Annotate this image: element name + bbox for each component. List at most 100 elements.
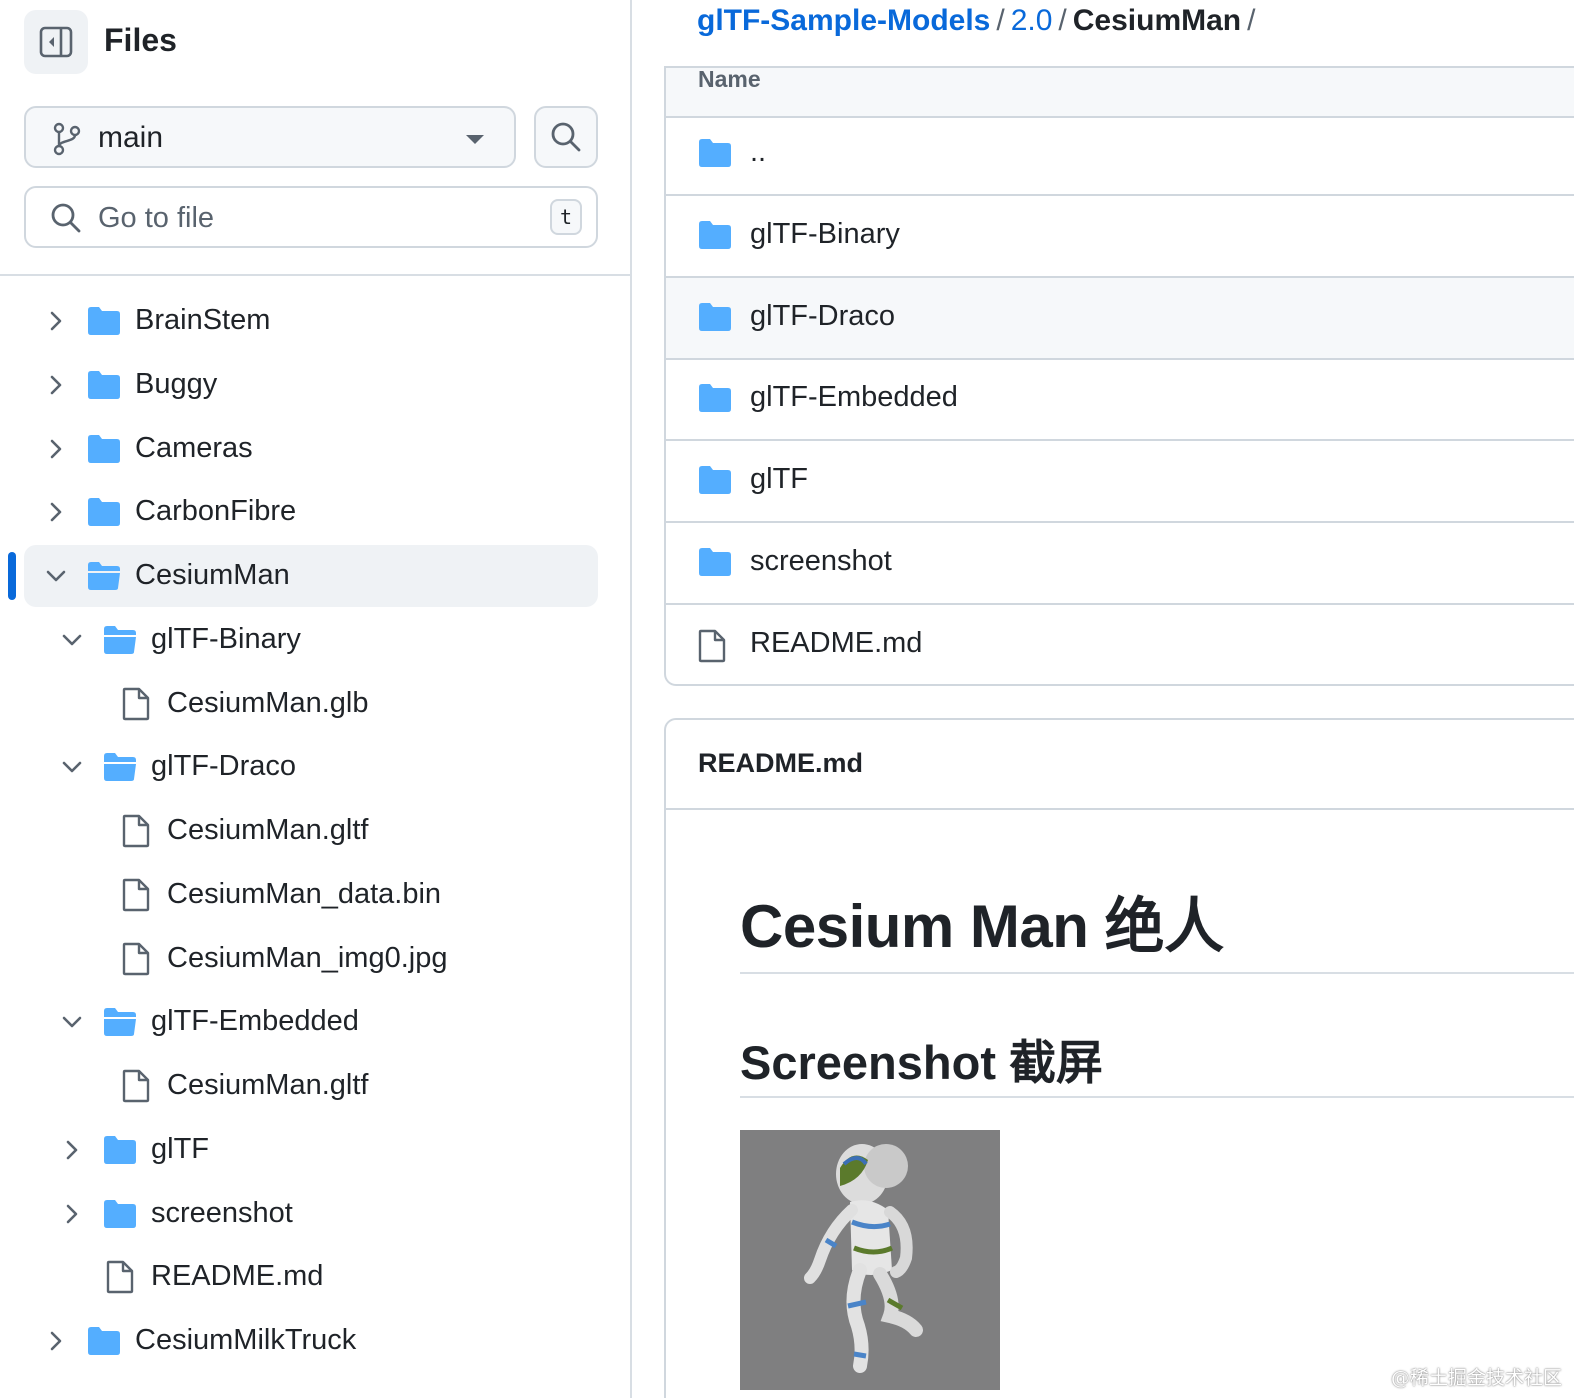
tree-folder-item[interactable]: screenshot [24, 1183, 598, 1245]
main-content: glTF-Sample-Models/2.0/CesiumMan/ Name L… [632, 0, 1574, 1398]
breadcrumb: glTF-Sample-Models/2.0/CesiumMan / [697, 4, 1261, 38]
go-to-file-input[interactable]: Go to file t [24, 186, 598, 248]
breadcrumb-separator: / [996, 4, 1005, 37]
tree-folder-item[interactable]: glTF-Embedded [24, 991, 598, 1053]
chevron-right-icon[interactable] [45, 310, 67, 332]
branch-name: main [98, 121, 164, 154]
readme-header: README.md [666, 720, 1574, 810]
collapse-sidebar-button[interactable] [24, 10, 88, 74]
chevron-right-icon[interactable] [45, 438, 67, 460]
folder-open-icon [103, 752, 137, 787]
tree-item-label: glTF-Embedded [151, 1005, 359, 1038]
cesium-man-figure-icon [804, 1144, 923, 1373]
readme-file-title[interactable]: README.md [698, 748, 863, 779]
sidebar-title: Files [104, 22, 177, 58]
folder-icon [87, 434, 121, 469]
file-icon [122, 814, 150, 853]
tree-folder-item[interactable]: Cameras [24, 418, 598, 480]
table-row[interactable]: glTFU [666, 441, 1574, 524]
readme-heading-2: Screenshot 截屏 [740, 1036, 1104, 1089]
row-name-link[interactable]: glTF-Binary [750, 218, 900, 251]
screenshot-image[interactable] [740, 1130, 1000, 1390]
tree-item-label: glTF-Draco [151, 750, 297, 783]
column-header-name: Name [698, 66, 761, 92]
folder-icon [698, 465, 732, 500]
folder-icon [87, 370, 121, 405]
folder-open-icon [103, 625, 137, 660]
go-to-file-placeholder: Go to file [98, 202, 215, 234]
folder-icon [87, 497, 121, 532]
tree-item-label: CesiumMan_img0.jpg [167, 941, 448, 974]
tree-item-label: screenshot [151, 1196, 293, 1229]
chevron-down-icon[interactable] [45, 565, 67, 587]
row-name-link[interactable]: glTF [750, 463, 808, 496]
tree-item-label: CesiumMan_data.bin [167, 877, 442, 910]
tree-item-label: BrainStem [135, 304, 271, 336]
tree-item-label: README.md [151, 1260, 324, 1293]
folder-open-icon [87, 561, 121, 596]
tree-file-item[interactable]: README.md [24, 1246, 598, 1308]
file-icon [698, 629, 726, 668]
tree-item-label: CesiumMan.gltf [167, 1069, 369, 1101]
row-name-link[interactable]: .. [750, 136, 766, 169]
branch-selector[interactable]: main [24, 106, 516, 168]
folder-icon [698, 220, 732, 255]
git-branch-icon [53, 122, 81, 156]
chevron-down-icon[interactable] [61, 629, 83, 651]
caret-down-icon [466, 135, 484, 144]
folder-icon [698, 383, 732, 418]
tree-item-label: CesiumMan.gltf [167, 814, 369, 846]
table-row[interactable]: glTF-DracoU [666, 277, 1574, 360]
chevron-down-icon[interactable] [61, 756, 83, 778]
keyboard-shortcut-badge: t [550, 199, 582, 235]
parent-directory-row[interactable]: .. [666, 114, 1574, 196]
file-icon [122, 878, 150, 917]
chevron-right-icon[interactable] [45, 374, 67, 396]
tree-folder-item[interactable]: CesiumMan [24, 545, 598, 607]
tree-file-item[interactable]: CesiumMan_img0.jpg [24, 928, 598, 990]
tree-folder-item[interactable]: Buggy [24, 354, 598, 416]
folder-icon [698, 547, 732, 582]
table-row[interactable]: screenshotU [666, 523, 1574, 605]
tree-file-item[interactable]: CesiumMan_data.bin [24, 864, 598, 926]
file-icon [106, 1260, 134, 1299]
tree-folder-item[interactable]: glTF-Draco [24, 736, 598, 798]
search-button[interactable] [534, 106, 598, 168]
chevron-right-icon[interactable] [61, 1139, 83, 1161]
tree-folder-item[interactable]: glTF-Binary [24, 609, 598, 671]
tree-item-label: CarbonFibre [135, 495, 297, 528]
chevron-right-icon[interactable] [45, 501, 67, 523]
folder-icon [698, 302, 732, 337]
tree-item-label: Cameras [135, 431, 253, 464]
breadcrumb-separator: / [1058, 4, 1067, 37]
breadcrumb-folder-link[interactable]: 2.0 [1011, 4, 1053, 37]
folder-icon [698, 138, 732, 173]
table-row[interactable]: glTF-BinaryU [666, 196, 1574, 278]
tree-file-item[interactable]: CesiumMan.gltf [24, 1055, 598, 1117]
chevron-down-icon[interactable] [61, 1011, 83, 1033]
tree-folder-item[interactable]: CarbonFibre [24, 481, 598, 543]
tree-folder-item[interactable]: CesiumMilkTruck [24, 1310, 598, 1372]
table-row[interactable]: glTF-EmbeddedU [666, 359, 1574, 442]
chevron-right-icon[interactable] [61, 1203, 83, 1225]
heading-divider [740, 972, 1574, 974]
row-name-link[interactable]: README.md [750, 627, 922, 660]
tree-item-label: Buggy [135, 367, 218, 400]
tree-folder-item[interactable]: glTF [24, 1119, 598, 1181]
row-name-link[interactable]: glTF-Embedded [750, 381, 958, 414]
table-row[interactable]: README.mdU [666, 605, 1574, 684]
breadcrumb-repo-link[interactable]: glTF-Sample-Models [697, 4, 990, 37]
tree-file-item[interactable]: CesiumMan.glb [24, 673, 598, 735]
row-name-link[interactable]: glTF-Draco [750, 300, 895, 333]
tree-item-label: CesiumMan.glb [167, 686, 369, 719]
tree-item-label: glTF [151, 1132, 209, 1165]
breadcrumb-separator: / [1247, 4, 1256, 37]
tree-file-item[interactable]: CesiumMan.gltf [24, 800, 598, 862]
heading-divider [740, 1096, 1574, 1098]
chevron-right-icon[interactable] [45, 1330, 67, 1352]
row-name-link[interactable]: screenshot [750, 545, 892, 578]
tree-folder-item[interactable]: BrainStem [24, 290, 598, 352]
search-icon [551, 122, 581, 152]
tree-item-label: CesiumMan [135, 559, 290, 591]
table-header: Name L [666, 66, 1574, 118]
